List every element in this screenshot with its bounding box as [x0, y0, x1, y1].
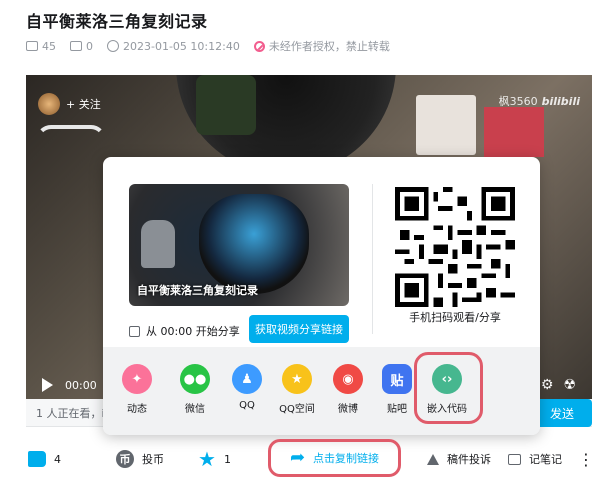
embed-highlight	[414, 352, 483, 424]
thumbs-up-icon[interactable]	[28, 451, 46, 467]
checkbox-box[interactable]	[129, 325, 140, 337]
qzone-icon[interactable]: ★	[282, 364, 312, 394]
coin-icon[interactable]: 币	[116, 450, 134, 468]
star-icon[interactable]: ★	[198, 449, 216, 469]
radiation-icon[interactable]: ☢	[563, 377, 576, 393]
like-button[interactable]: 4	[28, 445, 61, 473]
tieba-icon[interactable]: 贴	[382, 364, 412, 394]
video-title: 自平衡莱洛三角复刻记录	[26, 12, 208, 31]
share-dynamic[interactable]: ✦ 动态	[115, 364, 159, 415]
share-qq[interactable]: ♟ QQ	[225, 364, 269, 411]
bilibili-logo: bilibili	[541, 95, 580, 108]
share-tieba-label: 贴吧	[387, 404, 407, 415]
share-wechat-label: 微信	[185, 404, 205, 415]
copy-link-label: 点击复制链接	[313, 452, 380, 465]
note-button[interactable]: 记笔记	[508, 445, 562, 473]
share-qzone-label: QQ空间	[279, 404, 315, 415]
share-dynamic-label: 动态	[127, 404, 147, 415]
share-arrow-icon[interactable]: ➦	[290, 449, 305, 467]
qr-code	[395, 187, 515, 307]
copyright-notice: 未经作者授权，禁止转载	[253, 38, 390, 54]
qq-icon[interactable]: ♟	[232, 364, 262, 394]
watermark: 枫3560 bilibili	[499, 93, 580, 109]
danmaku-icon	[70, 41, 82, 51]
favorite-button[interactable]: ★ 1	[198, 445, 231, 473]
share-wechat[interactable]: ●● 微信	[173, 364, 217, 415]
like-count: 4	[54, 452, 61, 466]
share-weibo-label: 微博	[338, 404, 358, 415]
follow-button[interactable]: + 关注	[66, 96, 101, 112]
start-time-checkbox[interactable]: 从 00:00 开始分享	[129, 323, 240, 339]
coin-button[interactable]: 币 投币	[116, 445, 164, 473]
coin-label: 投币	[142, 453, 164, 466]
watermark-user: 枫3560	[498, 95, 538, 108]
current-time: 00:00	[65, 378, 97, 392]
settings-icon[interactable]: ⚙	[541, 377, 554, 393]
thumbnail-figure	[141, 220, 175, 268]
action-bar: 4 币 投币 ★ 1 ➦ 点击复制链接 稿件投诉 记笔记 ⋮	[26, 439, 594, 477]
note-icon[interactable]	[508, 453, 521, 465]
online-count: 1 人正在看，i	[36, 406, 105, 420]
video-thumbnail: 自平衡莱洛三角复刻记录	[129, 184, 349, 306]
qr-label: 手机扫码观看/分享	[409, 311, 501, 324]
share-qq-label: QQ	[239, 400, 255, 411]
wechat-icon[interactable]: ●●	[180, 364, 210, 394]
danmaku-stat: 0	[70, 40, 93, 53]
video-frame-box	[416, 95, 476, 155]
share-tieba[interactable]: 贴 贴吧	[375, 364, 419, 415]
views-stat: 45	[26, 40, 56, 53]
weibo-icon[interactable]: ◉	[333, 364, 363, 394]
dynamic-icon[interactable]: ✦	[122, 364, 152, 394]
uploader-follow[interactable]: + 关注	[38, 93, 101, 115]
share-qzone[interactable]: ★ QQ空间	[275, 364, 319, 415]
video-frame-redbox	[484, 107, 544, 157]
report-label: 稿件投诉	[447, 453, 491, 466]
divider	[372, 184, 373, 334]
clock-icon	[107, 40, 119, 52]
warning-icon[interactable]	[427, 453, 439, 465]
publish-time: 2023-01-05 10:12:40	[107, 40, 240, 53]
send-button[interactable]: 发送	[532, 399, 592, 427]
forbidden-icon	[253, 40, 265, 52]
play-icon[interactable]	[42, 378, 53, 392]
checkbox-label: 从 00:00 开始分享	[146, 325, 240, 338]
thumbnail-caption: 自平衡莱洛三角复刻记录	[137, 284, 258, 297]
favorite-count: 1	[223, 452, 231, 466]
get-share-link-button[interactable]: 获取视频分享链接	[249, 315, 349, 343]
note-label: 记笔记	[529, 453, 562, 466]
share-weibo[interactable]: ◉ 微博	[326, 364, 370, 415]
video-frame-cable	[36, 125, 106, 155]
player-right-controls: ⚙ ☢	[541, 377, 576, 393]
report-button[interactable]: 稿件投诉	[427, 445, 491, 473]
thumbnail-device	[199, 194, 309, 294]
video-meta: 45 0 2023-01-05 10:12:40 未经作者授权，禁止转载	[26, 38, 398, 54]
play-count-icon	[26, 41, 38, 51]
copy-link-button[interactable]: ➦ 点击复制链接	[268, 439, 401, 477]
more-icon[interactable]: ⋮	[578, 445, 594, 473]
avatar[interactable]	[38, 93, 60, 115]
